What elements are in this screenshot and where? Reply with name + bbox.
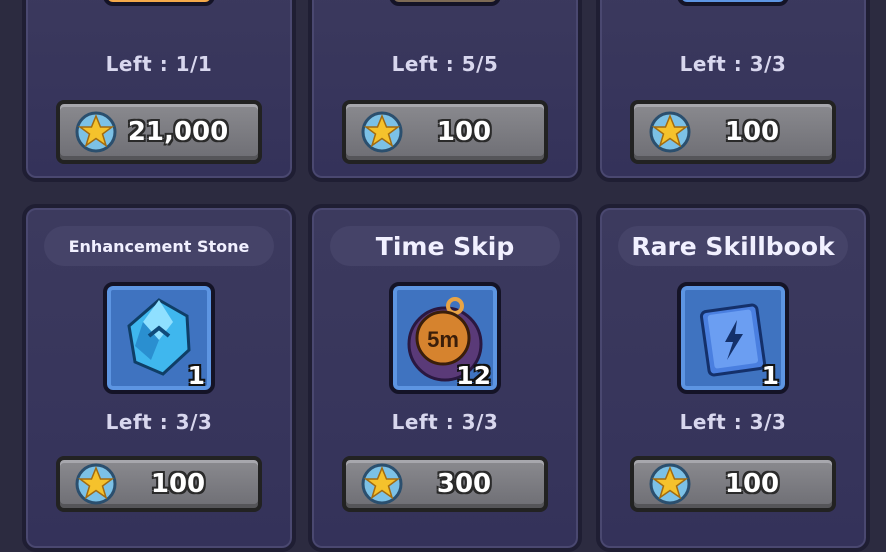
shop-item-card-2: 1 Left : 5/5 100 — [308, 0, 582, 182]
star-currency-icon — [649, 463, 691, 505]
star-currency-icon — [75, 111, 117, 153]
buy-button[interactable]: 100 — [342, 100, 548, 164]
shop-item-card-3: 50 Left : 3/3 100 — [596, 0, 870, 182]
price-label: 100 — [436, 117, 492, 147]
price-label: 100 — [724, 469, 780, 499]
item-icon-frame: 1 — [677, 282, 789, 394]
star-currency-icon — [649, 111, 691, 153]
item-quantity: 50 — [744, 0, 779, 2]
purchase-limit-label: Left : 3/3 — [679, 410, 787, 434]
price-label: 300 — [436, 469, 492, 499]
star-currency-icon — [361, 463, 403, 505]
purchase-limit-label: Left : 3/3 — [105, 410, 213, 434]
item-icon-frame: 50 — [677, 0, 789, 6]
item-title: Time Skip — [330, 226, 560, 266]
item-quantity: 1 — [761, 361, 779, 390]
shop-item-card-1: 1 Left : 1/1 21,000 — [22, 0, 296, 182]
price-label: 100 — [724, 117, 780, 147]
item-quantity: 1 — [187, 361, 205, 390]
buy-button[interactable]: 100 — [56, 456, 262, 512]
purchase-limit-label: Left : 5/5 — [391, 52, 499, 76]
price-label: 21,000 — [127, 117, 229, 147]
item-icon-frame: 1 — [103, 282, 215, 394]
star-currency-icon — [361, 111, 403, 153]
purchase-limit-label: Left : 3/3 — [391, 410, 499, 434]
item-quantity: 1 — [474, 0, 491, 2]
item-title: Enhancement Stone — [44, 226, 274, 266]
buy-button[interactable]: 300 — [342, 456, 548, 512]
price-label: 100 — [150, 469, 206, 499]
purchase-limit-label: Left : 1/1 — [105, 52, 213, 76]
time-skip-label: 5m — [427, 327, 459, 352]
item-icon-frame: 1 — [103, 0, 215, 6]
purchase-limit-label: Left : 3/3 — [679, 52, 787, 76]
item-icon-frame: 1 — [389, 0, 501, 6]
star-currency-icon — [75, 463, 117, 505]
item-title: Rare Skillbook — [618, 226, 848, 266]
buy-button[interactable]: 100 — [630, 456, 836, 512]
buy-button[interactable]: 21,000 — [56, 100, 262, 164]
item-icon-frame: 5m 12 — [389, 282, 501, 394]
item-quantity: 12 — [456, 361, 491, 390]
buy-button[interactable]: 100 — [630, 100, 836, 164]
item-quantity: 1 — [188, 0, 205, 2]
